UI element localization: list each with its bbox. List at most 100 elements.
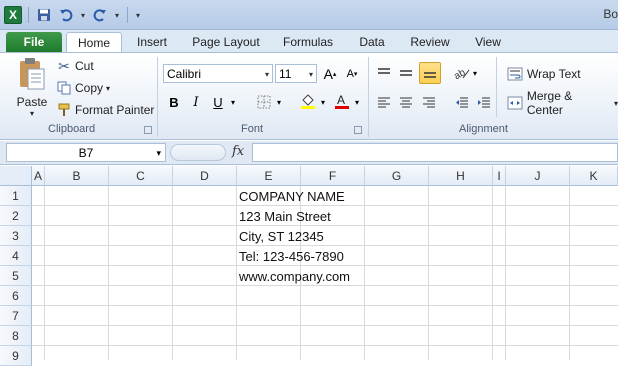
undo-icon[interactable] [57,6,75,24]
column-header-e[interactable]: E [237,166,301,186]
row-header-9[interactable]: 9 [0,346,32,366]
excel-logo-icon[interactable]: X [4,6,22,24]
align-center-icon [400,97,412,108]
borders-button[interactable] [254,92,274,112]
name-box-value: B7 [78,145,94,160]
underline-dropdown-icon[interactable]: ▾ [228,92,238,112]
clipboard-launcher-icon[interactable] [144,126,152,134]
align-left-button[interactable] [374,93,394,113]
tab-formulas[interactable]: Formulas [276,32,340,52]
align-bottom-icon [424,72,436,78]
tab-view[interactable]: View [466,32,510,52]
shrink-font-button[interactable]: A ▾ [342,64,362,84]
gridline [569,186,570,360]
wrap-text-button[interactable]: Wrap Text [506,65,581,83]
tab-page-layout[interactable]: Page Layout [186,32,266,52]
customize-qat-icon[interactable]: ▾ [134,6,142,24]
save-icon[interactable] [35,6,53,24]
column-header-j[interactable]: J [506,166,570,186]
bold-button[interactable]: B [164,92,184,112]
font-color-dropdown-icon[interactable]: ▾ [352,92,362,112]
row-header-4[interactable]: 4 [0,246,32,266]
insert-function-button[interactable]: fx [232,144,244,159]
tab-insert[interactable]: Insert [128,32,176,52]
align-middle-button[interactable] [396,63,416,83]
svg-text:A: A [337,93,345,107]
column-header-d[interactable]: D [173,166,237,186]
borders-icon [257,95,271,109]
row-header-5[interactable]: 5 [0,266,32,286]
decrease-indent-button[interactable] [452,93,472,113]
column-header-f[interactable]: F [301,166,365,186]
align-center-button[interactable] [396,93,416,113]
column-header-b[interactable]: B [45,166,109,186]
fill-color-button[interactable] [298,91,318,111]
paste-dropdown-icon[interactable]: ▾ [30,109,34,118]
font-color-icon: A [335,93,349,109]
select-all-corner[interactable] [0,166,32,186]
orientation-icon: ab [454,67,470,80]
column-header-g[interactable]: G [365,166,429,186]
merge-center-button[interactable]: Merge & Center ▾ [506,89,618,117]
row-header-7[interactable]: 7 [0,306,32,326]
font-size-value: 11 [279,66,292,81]
formula-bar-controls [170,144,226,161]
wrap-text-icon [506,67,524,81]
increase-indent-button[interactable] [474,93,494,113]
font-color-button[interactable]: A [332,91,352,111]
tab-review[interactable]: Review [404,32,456,52]
redo-dropdown-icon[interactable]: ▾ [113,6,121,24]
font-launcher-icon[interactable] [354,126,362,134]
fill-color-dropdown-icon[interactable]: ▾ [318,92,328,112]
font-size-input[interactable]: 11 ▾ [275,64,317,83]
paste-button[interactable]: Paste ▾ [14,57,50,119]
column-header-a[interactable]: A [32,166,45,186]
format-painter-button[interactable]: Format Painter [56,101,154,119]
orientation-button[interactable]: ab [452,63,472,83]
column-header-h[interactable]: H [429,166,493,186]
row-header-1[interactable]: 1 [0,186,32,206]
undo-dropdown-icon[interactable]: ▾ [79,6,87,24]
column-header-k[interactable]: K [570,166,618,186]
row-header-2[interactable]: 2 [0,206,32,226]
cell-e4[interactable]: Tel: 123-456-7890 [239,246,344,266]
chevron-down-icon: ▾ [308,70,313,79]
copy-dropdown-icon[interactable]: ▾ [106,84,110,93]
redo-icon[interactable] [91,6,109,24]
cell-e5[interactable]: www.company.com [239,266,350,286]
row-header-6[interactable]: 6 [0,286,32,306]
fill-color-icon [301,94,315,109]
copy-button[interactable]: Copy ▾ [56,79,110,97]
borders-dropdown-icon[interactable]: ▾ [274,92,284,112]
shrink-font-icon: A [346,68,354,80]
formula-input[interactable] [252,143,618,162]
orientation-dropdown-icon[interactable]: ▾ [470,63,480,83]
italic-button[interactable]: I [186,92,206,112]
row-header-8[interactable]: 8 [0,326,32,346]
cell-e2[interactable]: 123 Main Street [239,206,331,226]
tab-data[interactable]: Data [350,32,394,52]
tab-home[interactable]: Home [66,32,122,53]
align-right-button[interactable] [419,93,439,113]
cell-e1[interactable]: COMPANY NAME [239,186,345,206]
group-separator [368,57,369,137]
row-header-3[interactable]: 3 [0,226,32,246]
merge-center-dropdown-icon[interactable]: ▾ [614,99,618,108]
ribbon-tab-bar: File Home Insert Page Layout Formulas Da… [0,30,618,53]
scissors-icon: ✂ [58,57,70,74]
spreadsheet-grid[interactable]: A B C D E F G H I J K 1 2 3 4 5 6 7 8 9 … [0,166,618,366]
tab-file[interactable]: File [6,32,62,52]
grow-font-button[interactable]: A ▴ [320,64,340,84]
column-header-i[interactable]: I [493,166,506,186]
name-box[interactable]: B7 ▾ [6,143,166,162]
chevron-down-icon[interactable]: ▾ [156,148,161,159]
underline-button[interactable]: U [208,92,228,112]
alignment-group-label: Alignment [459,123,508,135]
wrap-text-label: Wrap Text [527,67,581,81]
cut-button[interactable]: ✂ Cut [56,57,94,75]
align-top-button[interactable] [374,63,394,83]
cell-e3[interactable]: City, ST 12345 [239,226,324,246]
align-bottom-button[interactable] [419,62,441,84]
font-name-input[interactable]: Calibri ▾ [163,64,273,83]
column-header-c[interactable]: C [109,166,173,186]
